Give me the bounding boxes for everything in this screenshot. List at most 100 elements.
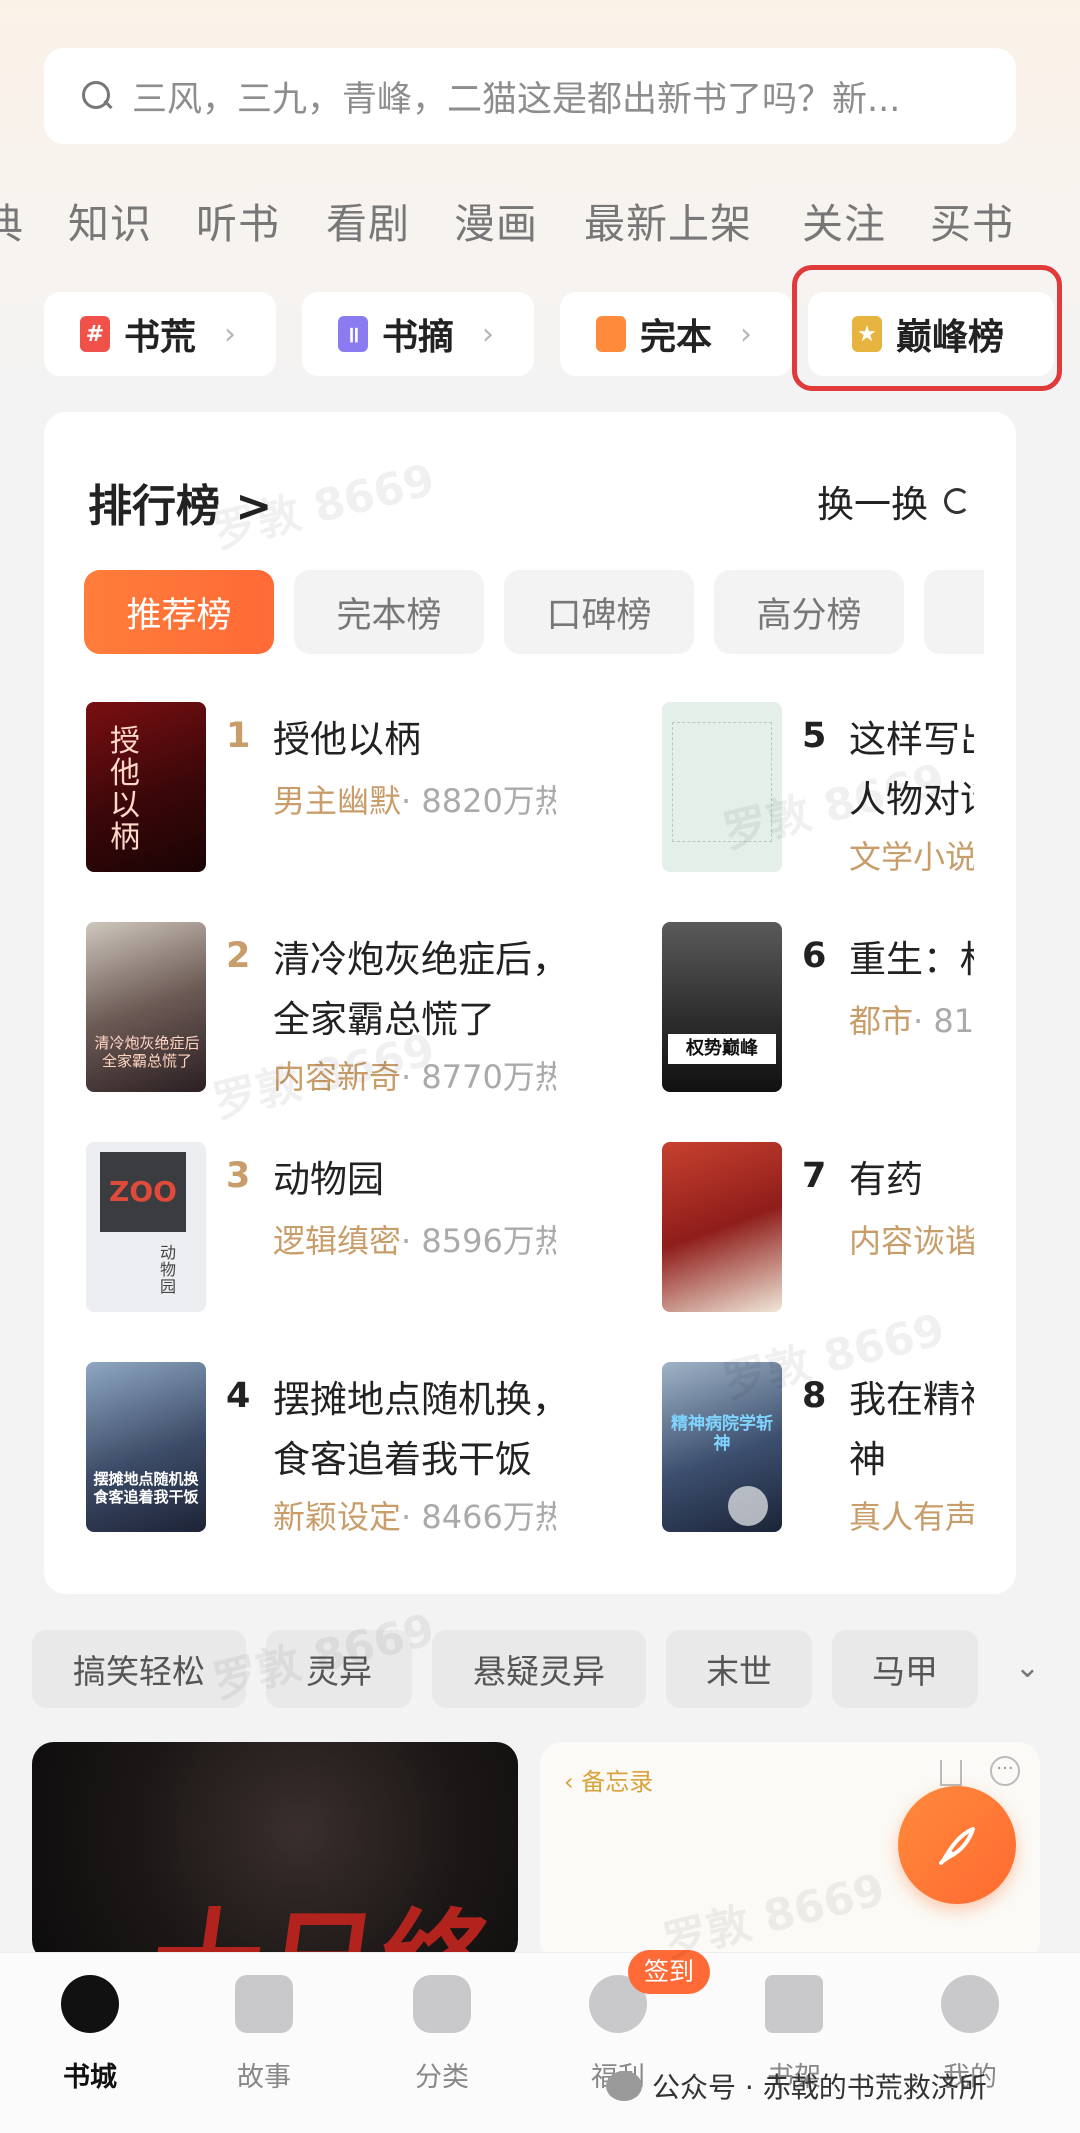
hash-icon: # (80, 316, 110, 352)
ranking-tabs: 推荐榜 完本榜 口碑榜 高分榜 人气 (84, 570, 984, 654)
book-meta: 内容诙谐 (849, 1216, 974, 1262)
book-item[interactable]: 精神病院学斩神 8 我在精神 神 真人有声 (662, 1362, 974, 1532)
book-title: 重生：权 (849, 938, 974, 981)
cover-subtitle: 动物园 (160, 1243, 177, 1296)
channel-tabs: 典 知识 听书 看剧 漫画 最新上架 关注 买书 (0, 190, 1080, 254)
tab-buy-books[interactable]: 买书 (930, 190, 1014, 250)
book-cover: 清冷炮灰绝症后 全家霸总慌了 (86, 922, 206, 1092)
tab-recommended[interactable]: 推荐榜 (84, 570, 274, 654)
book-title-line2: 神 (849, 1438, 886, 1481)
book-title: 这样写出 (849, 718, 974, 761)
search-placeholder: 三风，三九，青峰，二猫这是都出新书了吗？新... (132, 79, 901, 120)
compass-icon (61, 1975, 119, 2033)
search-bar[interactable]: 三风，三九，青峰，二猫这是都出新书了吗？新... (44, 48, 1016, 144)
tab-popularity[interactable]: 人气 (924, 570, 984, 654)
book-icon (596, 316, 626, 352)
cover-text: ZOO (100, 1152, 186, 1232)
share-icon[interactable] (940, 1760, 962, 1786)
nav-label: 书城 (63, 2062, 117, 2093)
book-item[interactable]: 7 有药 内容诙谐 (662, 1142, 974, 1312)
bookmark-icon: ॥ (338, 316, 368, 352)
rank-number: 6 (802, 936, 827, 976)
tab-audiobook[interactable]: 听书 (196, 190, 280, 250)
promo-banner[interactable]: 十日终焉 (32, 1742, 518, 1962)
tab-new-arrivals[interactable]: 最新上架 (584, 190, 752, 250)
more-icon[interactable]: ··· (990, 1756, 1020, 1786)
tab-knowledge[interactable]: 知识 (68, 190, 152, 250)
book-cover: ZOO 动物园 (86, 1142, 206, 1312)
cover-text: 摆摊地点随机换 食客追着我干饭 (93, 1470, 199, 1506)
book-item[interactable]: 摆摊地点随机换 食客追着我干饭 4 摆摊地点随机换， 食客追着我干饭 新颖设定·… (86, 1362, 556, 1532)
story-icon (235, 1975, 293, 2033)
highlight-box (792, 265, 1062, 391)
rank-number: 4 (226, 1376, 251, 1416)
wechat-text: 公众号 · 赤戟的书荒救济所 (652, 2071, 987, 2104)
checkin-badge: 签到 (628, 1950, 711, 1994)
book-item[interactable]: 权势巅峰 6 重生：权 都市· 817 (662, 922, 974, 1092)
swap-button[interactable]: 换一换 (817, 474, 970, 528)
tab-comic[interactable]: 漫画 (454, 190, 538, 250)
tab-dian[interactable]: 典 (0, 190, 24, 250)
book-cover (662, 1142, 782, 1312)
pill-excerpts[interactable]: ॥ 书摘 › (302, 292, 534, 376)
chip-supernatural[interactable]: 灵异 (266, 1630, 412, 1708)
nav-label: 分类 (415, 2062, 469, 2093)
chevron-right-icon: › (740, 316, 753, 352)
user-icon (941, 1975, 999, 2033)
chip-comedy[interactable]: 搞笑轻松 (32, 1630, 246, 1708)
book-title: 有药 (849, 1158, 923, 1201)
book-title: 授他以柄 (273, 718, 421, 761)
cover-text: 授他以柄 (110, 724, 140, 855)
book-heat: · 8466万热度 (401, 1498, 556, 1532)
book-tag: 真人有声 (849, 1498, 974, 1532)
play-icon[interactable] (728, 1486, 768, 1526)
tab-completed[interactable]: 完本榜 (294, 570, 484, 654)
pill-book-shortage[interactable]: # 书荒 › (44, 292, 276, 376)
book-tag: 逻辑缜密 (273, 1222, 402, 1260)
book-heat: · 8820万热度 (401, 782, 556, 820)
tab-follow[interactable]: 关注 (802, 190, 886, 250)
chip-mystery[interactable]: 悬疑灵异 (432, 1630, 646, 1708)
book-item[interactable]: 清冷炮灰绝症后 全家霸总慌了 2 清冷炮灰绝症后， 全家霸总慌了 内容新奇· 8… (86, 922, 556, 1092)
book-meta: 文学小说 (849, 832, 974, 872)
nav-bookstore[interactable]: 书城 (20, 1975, 160, 2094)
rank-number: 5 (802, 716, 827, 756)
book-title-line2: 全家霸总慌了 (273, 998, 495, 1041)
nav-categories[interactable]: 分类 (372, 1975, 512, 2094)
chip-apocalypse[interactable]: 末世 (666, 1630, 812, 1708)
chevron-down-icon[interactable]: ⌄ (1015, 1650, 1040, 1685)
ranking-title[interactable]: 排行榜 > (88, 470, 272, 534)
memo-back[interactable]: ‹ 备忘录 (564, 1762, 653, 1797)
chip-alter-ego[interactable]: 马甲 (832, 1630, 978, 1708)
tab-high-score[interactable]: 高分榜 (714, 570, 904, 654)
book-tag: 内容新奇 (273, 1058, 402, 1092)
book-cover: 权势巅峰 (662, 922, 782, 1092)
rank-number: 3 (226, 1156, 251, 1196)
book-title: 动物园 (273, 1158, 384, 1201)
write-fab[interactable] (898, 1786, 1016, 1904)
book-title-line2: 食客追着我干饭 (273, 1438, 532, 1481)
tab-reputation[interactable]: 口碑榜 (504, 570, 694, 654)
search-icon (80, 79, 114, 113)
cover-text: 权势巅峰 (668, 1034, 776, 1064)
promo-title: 十日终焉 (142, 1898, 503, 1962)
genre-chips: 搞笑轻松 灵异 悬疑灵异 末世 马甲 ⌄ (0, 1630, 1080, 1710)
cover-text: 清冷炮灰绝症后 全家霸总慌了 (94, 1034, 200, 1070)
rank-number: 2 (226, 936, 251, 976)
book-heat: · 8770万热度 (401, 1058, 556, 1092)
book-cover (662, 702, 782, 872)
quill-icon (939, 1827, 975, 1865)
book-item[interactable]: 5 这样写出 人物对话 文学小说 (662, 702, 974, 872)
wechat-icon (606, 2071, 642, 2101)
book-tag: 男主幽默 (273, 782, 402, 820)
wechat-watermark: 公众号 · 赤戟的书荒救济所 (606, 2066, 987, 2106)
rank-number: 7 (802, 1156, 827, 1196)
book-title-line2: 人物对话 (849, 778, 974, 821)
book-item[interactable]: 授他以柄 1 授他以柄 男主幽默· 8820万热度 (86, 702, 556, 872)
nav-stories[interactable]: 故事 (194, 1975, 334, 2094)
pill-completed[interactable]: 完本 › (560, 292, 792, 376)
book-item[interactable]: ZOO 动物园 3 动物园 逻辑缜密· 8596万热度 (86, 1142, 556, 1312)
tab-drama[interactable]: 看剧 (326, 190, 410, 250)
book-heat: · 8596万热度 (401, 1222, 556, 1260)
book-tag: 新颖设定 (273, 1498, 402, 1532)
